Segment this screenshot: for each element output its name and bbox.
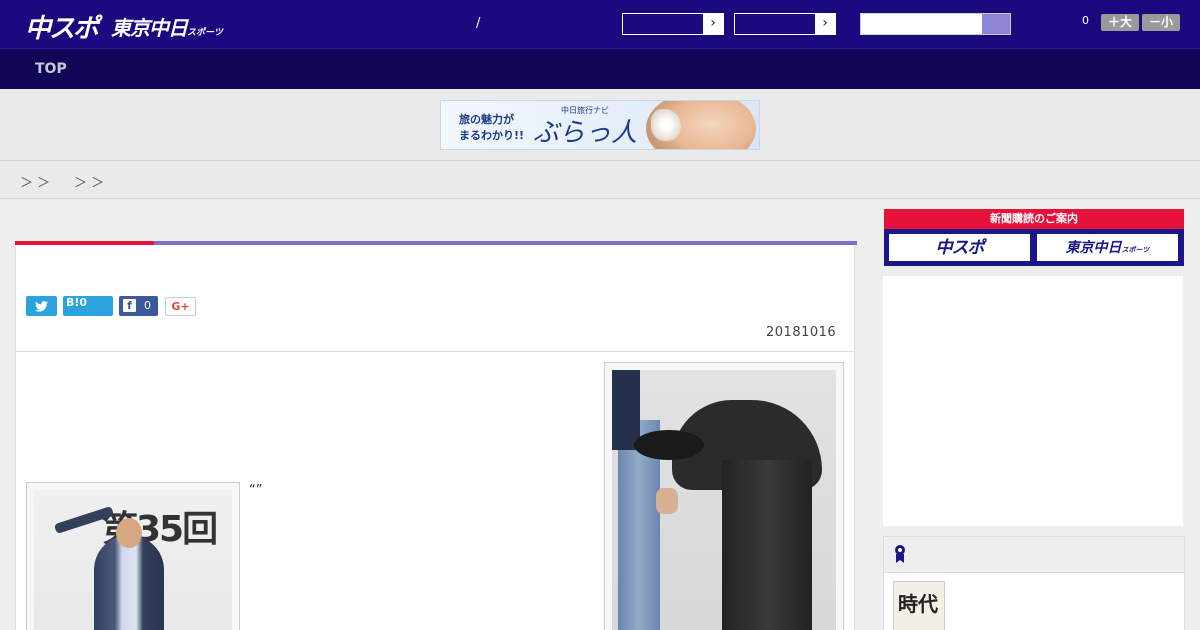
hatena-bookmark-button[interactable]: B!0 (63, 296, 113, 316)
hatena-icon: B! (66, 296, 80, 309)
ranking-box: 時代 (883, 536, 1185, 630)
search-button[interactable] (982, 14, 1010, 34)
ad-strip: 旅の魅力が まるわかり!! 中日旅行ナビ ぶらっ人 (0, 89, 1200, 161)
article-accent-purple (154, 241, 857, 245)
search-input[interactable] (860, 13, 1011, 35)
google-plus-share-button[interactable]: G+ (165, 297, 196, 316)
subscription-header: 新聞購読のご案内 (884, 209, 1184, 229)
breadcrumb-separator: ＞ ＞ (74, 176, 105, 191)
header-separator: / (476, 16, 481, 31)
nav-item-top[interactable]: TOP (35, 61, 67, 77)
article-photo-2[interactable] (604, 362, 844, 630)
facebook-share-button[interactable]: f 0 (119, 296, 158, 316)
ad-text-line1: 旅の魅力が (459, 113, 514, 126)
photo-1-person (94, 535, 164, 630)
article-accent-red (15, 241, 154, 245)
photo-2-hat (634, 430, 704, 460)
photo-1-head (116, 518, 142, 548)
facebook-count: 0 (144, 299, 151, 312)
subscription-banner: 新聞購読のご案内 中スポ 東京中日スポーツ (884, 209, 1184, 266)
ad-text-line2: まるわかり!! (459, 129, 525, 142)
chevron-right-icon: › (703, 14, 723, 34)
article-photo-1[interactable]: 第35回 (26, 482, 240, 630)
subscribe-tokyo-sub: スポーツ (1121, 246, 1150, 254)
category-select-2[interactable]: › (734, 13, 836, 35)
sidebar-ad[interactable] (883, 276, 1183, 526)
chuspo-logo[interactable]: 中スポ (25, 8, 99, 45)
ad-brand-text: ぶらっ人 (533, 118, 638, 148)
breadcrumb: ＞ ＞ ＞ ＞ (0, 161, 1200, 199)
breadcrumb-separator: ＞ ＞ (20, 176, 51, 191)
subscribe-tokyo-button[interactable]: 東京中日スポーツ (1036, 233, 1179, 262)
facebook-icon: f (123, 299, 136, 312)
photo-2-legs (722, 460, 812, 630)
tokyo-chunichi-logo-sub: スポーツ (187, 28, 223, 38)
font-size-value: 0 (1082, 14, 1089, 27)
ranking-thumbnail[interactable]: 時代 (893, 581, 945, 630)
article-card: B!0 f 0 G+ 20181016 第35回 “” (15, 241, 857, 630)
tokyo-chunichi-logo-text: 東京中日 (111, 16, 188, 40)
subscribe-chuspo-button[interactable]: 中スポ (888, 233, 1031, 262)
site-header: 中スポ 東京中日スポーツ / › › 0 ＋大 －小 (0, 0, 1200, 48)
medal-icon (895, 545, 905, 563)
font-smaller-button[interactable]: －小 (1142, 14, 1180, 31)
chevron-right-icon: › (815, 14, 835, 34)
photo-2-jacket (612, 370, 640, 450)
hatena-count: 0 (79, 296, 88, 309)
photo-2-image (612, 370, 836, 630)
ranking-thumb-text: 時代 (898, 592, 938, 616)
subscribe-tokyo-text: 東京中日 (1065, 240, 1122, 256)
article-date: 20181016 (766, 325, 837, 340)
ranking-header (884, 537, 1184, 573)
twitter-share-button[interactable] (26, 296, 57, 316)
twitter-icon (35, 301, 48, 312)
main-nav: TOP (0, 48, 1200, 89)
article-divider (15, 351, 855, 352)
category-select-1[interactable]: › (622, 13, 724, 35)
ad-shell-image (651, 109, 681, 141)
article-quote: “” (249, 483, 263, 498)
photo-1-image: 第35回 (34, 490, 232, 630)
tokyo-chunichi-logo[interactable]: 東京中日スポーツ (111, 12, 223, 41)
font-larger-button[interactable]: ＋大 (1101, 14, 1139, 31)
travel-ad-banner[interactable]: 旅の魅力が まるわかり!! 中日旅行ナビ ぶらっ人 (440, 100, 760, 150)
photo-2-hand (656, 488, 678, 514)
